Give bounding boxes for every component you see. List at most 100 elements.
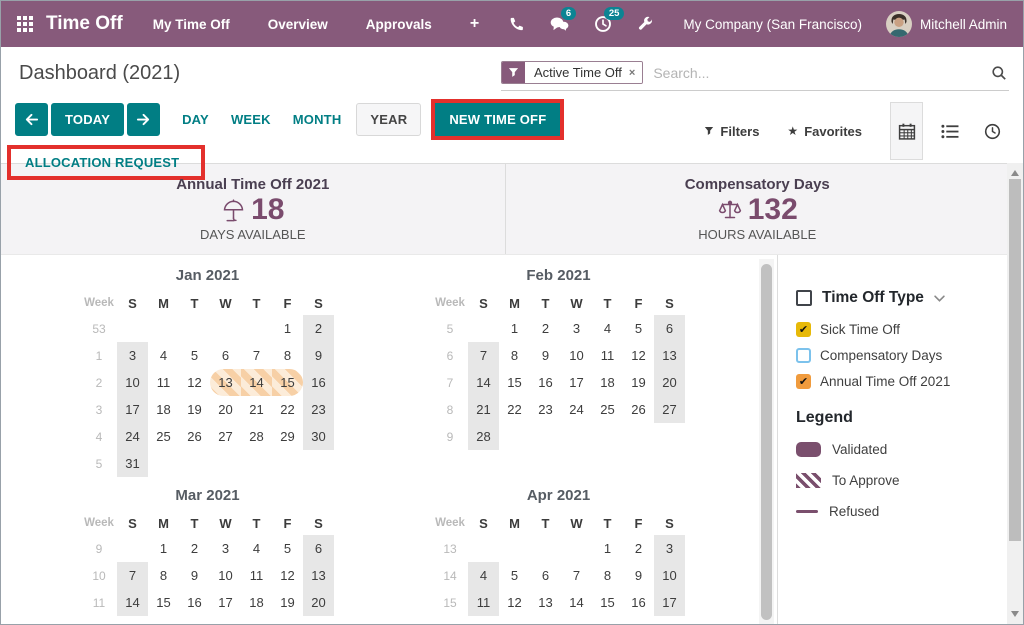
- prev-button[interactable]: [15, 103, 48, 136]
- day-cell[interactable]: 15: [148, 589, 179, 616]
- day-cell[interactable]: [272, 450, 303, 477]
- day-cell[interactable]: 22: [499, 396, 530, 423]
- tools-button[interactable]: [636, 15, 655, 34]
- day-cell[interactable]: 25: [592, 396, 623, 423]
- calendar-scrollbar[interactable]: [759, 259, 774, 624]
- day-cell[interactable]: 19: [179, 396, 210, 423]
- day-cell[interactable]: 9: [623, 562, 654, 589]
- day-cell[interactable]: 13: [210, 369, 241, 396]
- filters-dropdown[interactable]: Filters: [704, 124, 759, 139]
- search-input[interactable]: Search...: [653, 65, 981, 81]
- scale-day-button[interactable]: DAY: [171, 103, 220, 136]
- day-cell[interactable]: [241, 450, 272, 477]
- day-cell[interactable]: 13: [303, 562, 334, 589]
- day-cell[interactable]: 16: [303, 369, 334, 396]
- day-cell[interactable]: 17: [210, 589, 241, 616]
- day-cell[interactable]: 16: [623, 589, 654, 616]
- day-cell[interactable]: 15: [272, 369, 303, 396]
- day-cell[interactable]: 4: [592, 315, 623, 342]
- phone-button[interactable]: [507, 15, 526, 34]
- day-cell[interactable]: 27: [210, 423, 241, 450]
- day-cell[interactable]: 3: [561, 315, 592, 342]
- day-cell[interactable]: 6: [530, 562, 561, 589]
- day-cell[interactable]: 14: [561, 589, 592, 616]
- day-cell[interactable]: 9: [179, 562, 210, 589]
- day-cell[interactable]: 12: [623, 342, 654, 369]
- day-cell[interactable]: 8: [592, 562, 623, 589]
- day-cell[interactable]: 18: [592, 369, 623, 396]
- day-cell[interactable]: 11: [241, 562, 272, 589]
- day-cell[interactable]: 9: [530, 342, 561, 369]
- day-cell[interactable]: 3: [654, 535, 685, 562]
- day-cell[interactable]: [241, 315, 272, 342]
- day-cell[interactable]: 2: [530, 315, 561, 342]
- day-cell[interactable]: 14: [241, 369, 272, 396]
- company-switcher[interactable]: My Company (San Francisco): [683, 17, 862, 32]
- day-cell[interactable]: [179, 450, 210, 477]
- day-cell[interactable]: 1: [499, 315, 530, 342]
- day-cell[interactable]: 8: [272, 342, 303, 369]
- day-cell[interactable]: [303, 450, 334, 477]
- day-cell[interactable]: 24: [561, 396, 592, 423]
- day-cell[interactable]: 8: [499, 342, 530, 369]
- scale-month-button[interactable]: MONTH: [282, 103, 353, 136]
- day-cell[interactable]: [210, 315, 241, 342]
- day-cell[interactable]: 17: [117, 396, 148, 423]
- activities-button[interactable]: 25: [593, 15, 612, 34]
- day-cell[interactable]: 23: [303, 396, 334, 423]
- day-cell[interactable]: 20: [303, 589, 334, 616]
- day-cell[interactable]: [148, 315, 179, 342]
- day-cell[interactable]: 14: [468, 369, 499, 396]
- calendar-scrollbar-thumb[interactable]: [761, 264, 772, 620]
- day-cell[interactable]: 12: [272, 562, 303, 589]
- day-cell[interactable]: 20: [210, 396, 241, 423]
- plus-menu-button[interactable]: +: [470, 15, 479, 33]
- day-cell[interactable]: [210, 450, 241, 477]
- day-cell[interactable]: 4: [468, 562, 499, 589]
- day-cell[interactable]: 5: [179, 342, 210, 369]
- day-cell[interactable]: [561, 535, 592, 562]
- day-cell[interactable]: 7: [468, 342, 499, 369]
- day-cell[interactable]: 2: [623, 535, 654, 562]
- day-cell[interactable]: 18: [148, 396, 179, 423]
- day-cell[interactable]: 16: [179, 589, 210, 616]
- day-cell[interactable]: 4: [241, 535, 272, 562]
- day-cell[interactable]: 19: [623, 369, 654, 396]
- day-cell[interactable]: 11: [468, 589, 499, 616]
- calendar-view-button[interactable]: [890, 102, 923, 160]
- timeoff-type-annual-time-off-2021[interactable]: ✔ Annual Time Off 2021: [796, 374, 1009, 389]
- day-cell[interactable]: [592, 423, 623, 450]
- day-cell[interactable]: 25: [148, 423, 179, 450]
- day-cell[interactable]: 5: [623, 315, 654, 342]
- day-cell[interactable]: 22: [272, 396, 303, 423]
- day-cell[interactable]: 15: [499, 369, 530, 396]
- day-cell[interactable]: [468, 315, 499, 342]
- search-facet-active-time-off[interactable]: Active Time Off ×: [501, 61, 643, 84]
- apps-menu-button[interactable]: [17, 16, 33, 32]
- day-cell[interactable]: 3: [210, 535, 241, 562]
- day-cell[interactable]: 14: [117, 589, 148, 616]
- day-cell[interactable]: [530, 535, 561, 562]
- day-cell[interactable]: 26: [623, 396, 654, 423]
- day-cell[interactable]: 17: [561, 369, 592, 396]
- day-cell[interactable]: [468, 535, 499, 562]
- clock-view-button[interactable]: [976, 102, 1009, 160]
- day-cell[interactable]: 9: [303, 342, 334, 369]
- next-button[interactable]: [127, 103, 160, 136]
- day-cell[interactable]: [117, 535, 148, 562]
- day-cell[interactable]: 5: [499, 562, 530, 589]
- day-cell[interactable]: 8: [148, 562, 179, 589]
- day-cell[interactable]: 10: [654, 562, 685, 589]
- day-cell[interactable]: 1: [592, 535, 623, 562]
- day-cell[interactable]: 10: [117, 369, 148, 396]
- day-cell[interactable]: 6: [210, 342, 241, 369]
- day-cell[interactable]: [530, 423, 561, 450]
- day-cell[interactable]: [179, 315, 210, 342]
- day-cell[interactable]: 28: [241, 423, 272, 450]
- favorites-dropdown[interactable]: ★ Favorites: [787, 124, 862, 139]
- today-button[interactable]: TODAY: [51, 103, 124, 136]
- day-cell[interactable]: 29: [272, 423, 303, 450]
- day-cell[interactable]: 16: [530, 369, 561, 396]
- day-cell[interactable]: 17: [654, 589, 685, 616]
- day-cell[interactable]: 10: [210, 562, 241, 589]
